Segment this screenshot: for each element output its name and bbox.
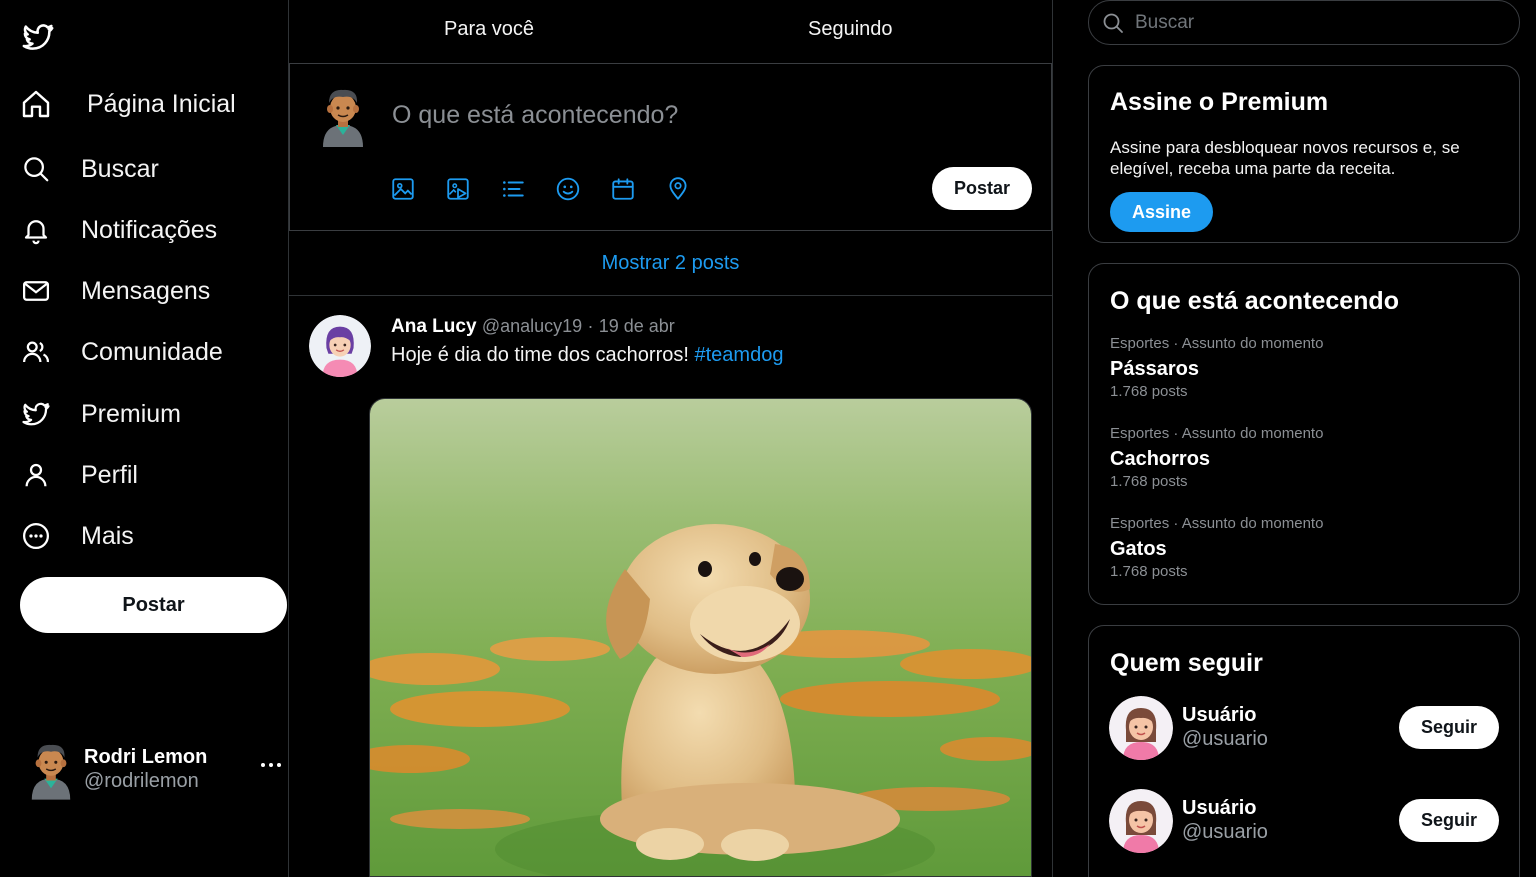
nav-label: Buscar (81, 154, 159, 183)
nav-label: Comunidade (81, 337, 223, 366)
tweet-author[interactable]: Ana Lucy (391, 316, 477, 337)
trends-title: O que está acontecendo (1110, 287, 1399, 315)
tweet-date[interactable]: 19 de abr (599, 316, 675, 336)
tweet-handle[interactable]: @analucy19 (482, 316, 582, 336)
nav-label: Mensagens (81, 276, 211, 305)
trend-name: Cachorros (1110, 448, 1211, 470)
left-sidebar: Página Inicial Buscar Notificações Mensa… (0, 0, 289, 877)
nav-item-search[interactable]: Buscar (20, 147, 159, 191)
post-composer: Postar (289, 63, 1052, 231)
bell-icon (20, 214, 52, 246)
schedule-icon[interactable] (610, 176, 636, 202)
trend-item[interactable]: Esportes · Assunto do momento Gatos 1.76… (1110, 515, 1510, 581)
show-new-posts-link[interactable]: Mostrar 2 posts (289, 231, 1052, 296)
suggestion-handle: @usuario (1182, 821, 1268, 843)
feed-tabs: Para você Seguindo (289, 0, 1052, 63)
compose-post-button[interactable]: Postar (932, 167, 1032, 210)
nav-label: Perfil (81, 460, 138, 489)
compose-input[interactable] (392, 98, 912, 132)
nav-item-home[interactable]: Página Inicial (20, 82, 236, 126)
nav-item-premium[interactable]: Premium (20, 392, 181, 436)
premium-card: Assine o Premium Assine para desbloquear… (1088, 65, 1520, 243)
search-box[interactable] (1088, 0, 1520, 45)
nav-label: Notificações (81, 215, 218, 244)
search-input[interactable] (1135, 11, 1495, 34)
trend-name: Gatos (1110, 538, 1167, 560)
trend-meta: Esportes · Assunto do momento (1110, 335, 1324, 352)
account-handle: @rodrilemon (84, 770, 199, 792)
more-circle-icon (20, 520, 52, 552)
nav-item-notifications[interactable]: Notificações (20, 208, 217, 252)
puppy-photo[interactable] (369, 398, 1032, 877)
avatar[interactable] (309, 315, 371, 377)
location-icon[interactable] (665, 176, 691, 202)
who-to-follow-title: Quem seguir (1110, 649, 1263, 677)
account-name: Rodri Lemon (84, 746, 208, 768)
follow-suggestion[interactable]: Usuário @usuario Seguir (1109, 696, 1501, 762)
bird-icon (20, 398, 52, 430)
nav-item-messages[interactable]: Mensagens (20, 269, 210, 313)
mail-icon (20, 275, 52, 307)
bird-logo-icon[interactable] (19, 20, 57, 54)
poll-icon[interactable] (500, 176, 526, 202)
nav-label: Mais (81, 521, 134, 550)
trend-meta: Esportes · Assunto do momento (1110, 515, 1324, 532)
trend-count: 1.768 posts (1110, 383, 1188, 400)
premium-title: Assine o Premium (1110, 88, 1329, 116)
suggestion-name[interactable]: Usuário (1182, 797, 1256, 820)
emoji-icon[interactable] (555, 176, 581, 202)
tab-for-you[interactable]: Para você (444, 18, 534, 41)
search-icon (1101, 11, 1125, 35)
subscribe-button[interactable]: Assine (1110, 192, 1213, 232)
nav-item-community[interactable]: Comunidade (20, 330, 223, 374)
avatar (26, 738, 76, 800)
nav-label: Página Inicial (87, 89, 236, 118)
follow-button[interactable]: Seguir (1399, 799, 1499, 842)
avatar[interactable] (1109, 696, 1173, 760)
account-switcher[interactable]: Rodri Lemon @rodrilemon (26, 736, 288, 802)
tweet-separator: · (587, 316, 594, 336)
main-feed: Para você Seguindo Postar Mostrar 2 post… (289, 0, 1053, 877)
search-icon (20, 153, 52, 185)
suggestion-name[interactable]: Usuário (1182, 704, 1256, 727)
trend-item[interactable]: Esportes · Assunto do momento Cachorros … (1110, 425, 1510, 491)
trend-name: Pássaros (1110, 358, 1199, 380)
follow-button[interactable]: Seguir (1399, 706, 1499, 749)
trend-count: 1.768 posts (1110, 473, 1188, 490)
more-dots-icon[interactable] (260, 760, 282, 770)
tweet-text: Hoje é dia do time dos cachorros! #teamd… (391, 344, 783, 367)
tweet[interactable]: Ana Lucy @analucy19 · 19 de abr Hoje é d… (289, 296, 1052, 877)
avatar (317, 83, 369, 147)
trend-meta: Esportes · Assunto do momento (1110, 425, 1324, 442)
home-icon (20, 88, 52, 120)
tweet-body: Hoje é dia do time dos cachorros! (391, 344, 695, 366)
follow-suggestion[interactable]: Usuário @usuario Seguir (1109, 789, 1501, 855)
tweet-hashtag[interactable]: #teamdog (695, 344, 784, 366)
trend-count: 1.768 posts (1110, 563, 1188, 580)
gif-icon[interactable] (445, 176, 471, 202)
image-icon[interactable] (390, 176, 416, 202)
trend-item[interactable]: Esportes · Assunto do momento Pássaros 1… (1110, 335, 1510, 401)
suggestion-handle: @usuario (1182, 728, 1268, 750)
who-to-follow-card: Quem seguir Usuário @usuario Seguir Usuá… (1088, 625, 1520, 877)
nav-label: Premium (81, 399, 182, 428)
trends-card: O que está acontecendo Esportes · Assunt… (1088, 263, 1520, 605)
nav-item-profile[interactable]: Perfil (20, 453, 138, 497)
users-icon (20, 336, 52, 368)
user-icon (20, 459, 52, 491)
nav-item-more[interactable]: Mais (20, 514, 134, 558)
post-button[interactable]: Postar (20, 577, 287, 633)
avatar[interactable] (1109, 789, 1173, 853)
tab-following[interactable]: Seguindo (808, 18, 893, 41)
premium-description: Assine para desbloquear novos recursos e… (1110, 138, 1460, 178)
